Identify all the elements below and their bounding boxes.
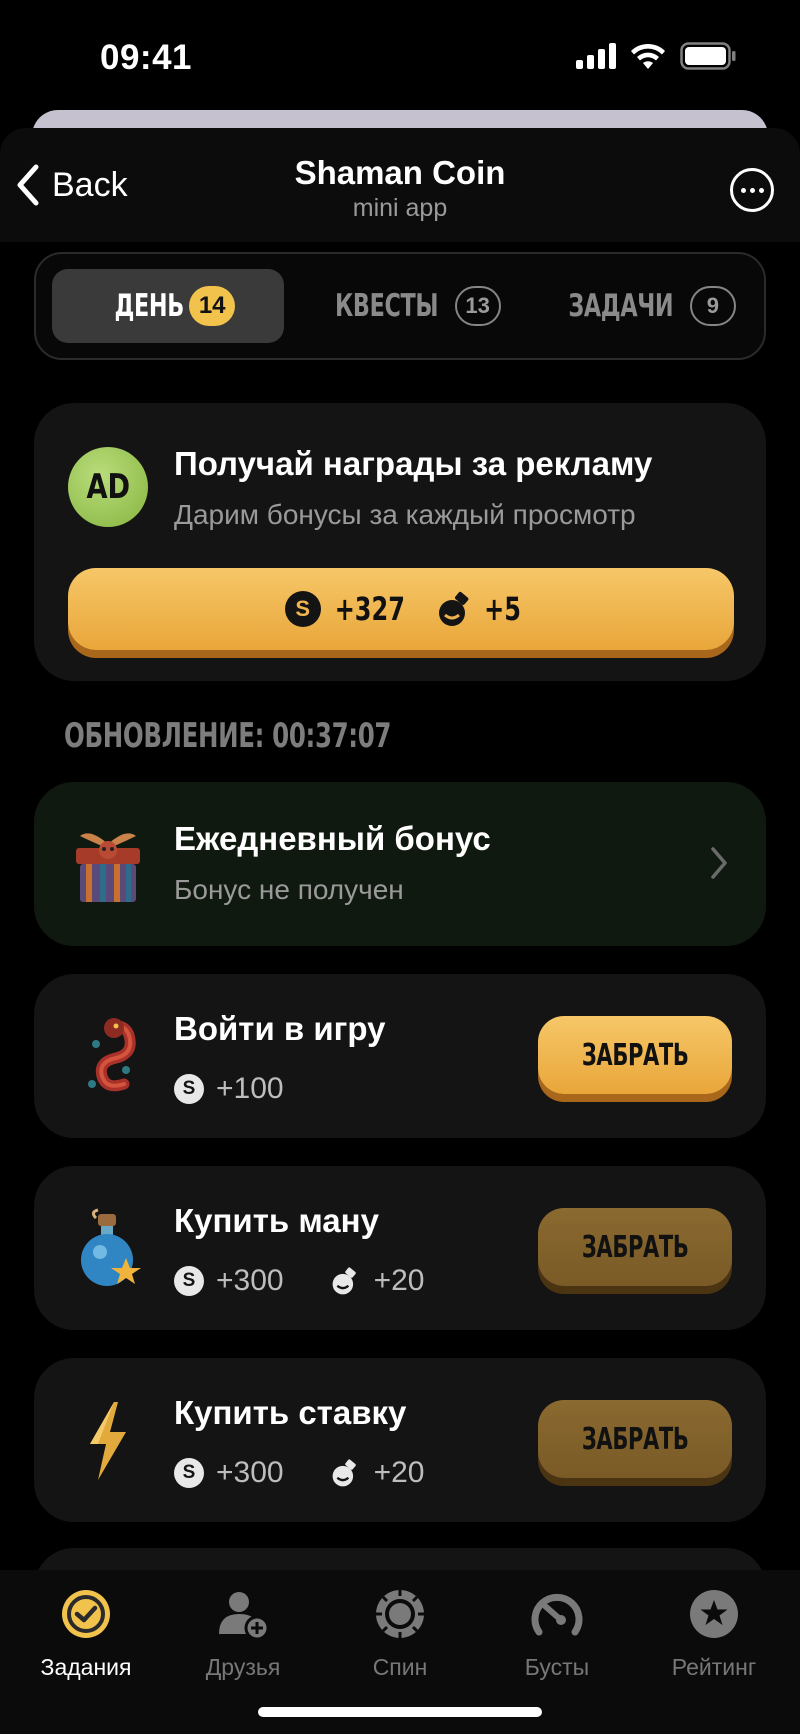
task-title: Купить ману: [174, 1202, 379, 1239]
more-options-button[interactable]: [730, 168, 774, 212]
task-title: Войти в игру: [174, 1010, 386, 1047]
task-rewards: S +300 +20: [174, 1456, 424, 1490]
coin-icon: S: [174, 1074, 204, 1104]
task-rewards: S +300 +20: [174, 1264, 424, 1298]
claim-button-label: ЗАБРАТЬ: [581, 1421, 689, 1457]
reward-potions: +20: [373, 1456, 425, 1489]
ad-title: Получай награды за рекламу: [174, 445, 653, 482]
daily-bonus-card[interactable]: Ежедневный бонус Бонус не получен: [34, 782, 766, 946]
wifi-icon: [631, 43, 665, 69]
task-card-buy-bet: Купить ставку S +300 +20 ЗАБРАТЬ: [34, 1358, 766, 1522]
dragon-icon: [88, 1018, 136, 1092]
spin-icon: [376, 1590, 424, 1638]
status-time: 09:41: [100, 38, 193, 77]
app-header: Back Shaman Coin mini app: [0, 128, 800, 242]
tab-day[interactable]: ДЕНЬ 14: [52, 269, 284, 343]
nav-label: Друзья: [205, 1654, 281, 1680]
lightning-icon: [90, 1402, 126, 1480]
ad-coin-amount: +327: [334, 590, 405, 628]
potion-icon: [81, 1208, 141, 1286]
chevron-right-icon: [711, 847, 727, 879]
ad-icon-text: AD: [86, 467, 130, 507]
tab-quests-label: КВЕСТЫ: [335, 288, 439, 324]
potion-icon: [439, 591, 469, 626]
cellular-signal-icon: [576, 43, 616, 69]
tab-quests-badge: 13: [454, 286, 501, 326]
nav-boosts[interactable]: Бусты: [477, 1588, 637, 1681]
ad-reward-card: AD Получай награды за рекламу Дарим бону…: [34, 403, 766, 681]
task-title: Купить ставку: [174, 1394, 407, 1431]
coin-icon: S: [174, 1458, 204, 1488]
daily-bonus-status: Бонус не получен: [174, 874, 404, 905]
nav-rating[interactable]: Рейтинг: [634, 1588, 794, 1681]
nav-tasks[interactable]: Задания: [6, 1588, 166, 1681]
more-dot: [740, 187, 746, 193]
friends-icon: [219, 1592, 269, 1640]
status-icons: [576, 42, 736, 70]
task-rewards: S +100: [174, 1072, 284, 1106]
nav-friends[interactable]: Друзья: [163, 1588, 323, 1681]
refresh-timer: ОБНОВЛЕНИЕ: 00:37:07: [64, 716, 392, 756]
claim-button[interactable]: ЗАБРАТЬ: [538, 1016, 732, 1094]
tab-tasks-label: ЗАДАЧИ: [568, 288, 674, 324]
nav-label: Спин: [372, 1654, 428, 1680]
more-dot: [758, 187, 764, 193]
ad-icon: AD: [68, 447, 148, 527]
tab-tasks-badge: 9: [689, 286, 736, 326]
coin-icon: S: [284, 591, 321, 627]
task-card-enter-game: Войти в игру S +100 ЗАБРАТЬ: [34, 974, 766, 1138]
claim-button-label: ЗАБРАТЬ: [581, 1037, 689, 1073]
reward-coins: +100: [216, 1072, 284, 1105]
potion-icon: [332, 1459, 356, 1487]
tab-quests[interactable]: КВЕСТЫ 13: [298, 269, 518, 343]
claim-button[interactable]: ЗАБРАТЬ: [538, 1400, 732, 1478]
reward-coins: +300: [216, 1264, 284, 1297]
tab-tasks[interactable]: ЗАДАЧИ 9: [532, 269, 752, 343]
home-indicator: [258, 1707, 542, 1717]
watch-ad-button[interactable]: S +327 +5: [68, 568, 734, 650]
tab-day-badge: 14: [189, 286, 236, 326]
nav-spin[interactable]: Спин: [320, 1588, 480, 1681]
check-circle-icon: [62, 1590, 110, 1638]
reward-potions: +20: [373, 1264, 425, 1297]
ad-subtitle: Дарим бонусы за каждый просмотр: [174, 499, 636, 530]
status-bar: 09:41: [0, 0, 800, 110]
task-card-buy-mana: Купить ману S +300 +20 ЗАБРАТЬ: [34, 1166, 766, 1330]
battery-icon: [680, 42, 736, 70]
tabs-bar: ДЕНЬ 14 КВЕСТЫ 13 ЗАДАЧИ 9: [34, 252, 766, 360]
potion-icon: [332, 1267, 356, 1295]
tab-day-label: ДЕНЬ: [114, 288, 184, 324]
more-dot: [749, 187, 755, 193]
star-badge-icon: [690, 1590, 738, 1638]
nav-label: Бусты: [524, 1654, 590, 1680]
claim-button-label: ЗАБРАТЬ: [581, 1229, 689, 1265]
speedometer-icon: [531, 1593, 583, 1636]
nav-label: Рейтинг: [671, 1654, 757, 1680]
reward-coins: +300: [216, 1456, 284, 1489]
claim-button[interactable]: ЗАБРАТЬ: [538, 1208, 732, 1286]
nav-label: Задания: [40, 1654, 132, 1680]
ad-potion-amount: +5: [484, 590, 522, 628]
coin-icon: S: [174, 1266, 204, 1296]
daily-bonus-title: Ежедневный бонус: [174, 820, 491, 857]
app-title: Shaman Coin: [294, 154, 506, 191]
app-subtitle: mini app: [352, 194, 448, 222]
gift-icon: [76, 833, 140, 902]
